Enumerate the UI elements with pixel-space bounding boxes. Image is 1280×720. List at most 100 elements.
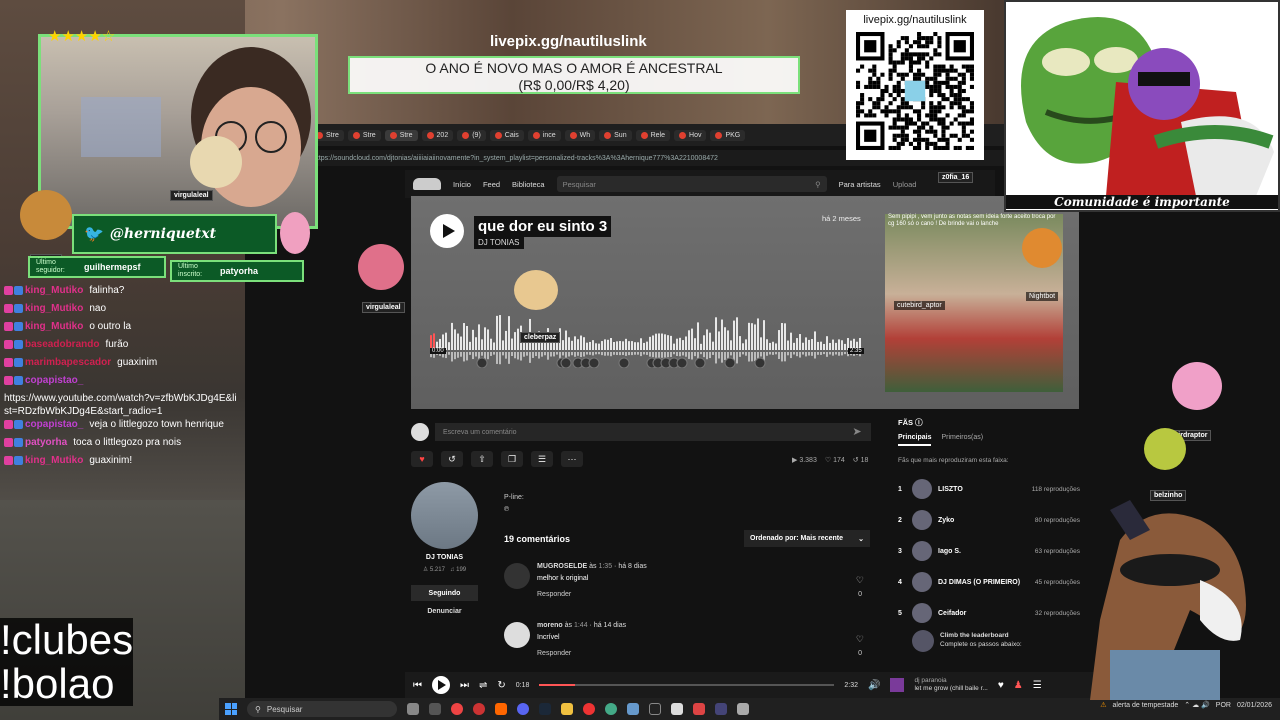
nav-for-artists[interactable]: Para artistas xyxy=(839,180,881,189)
copy-link-button[interactable]: ❐ xyxy=(501,451,523,467)
waveform-bar xyxy=(493,342,495,350)
waveform-reflection xyxy=(721,352,723,363)
soundcloud-logo-icon[interactable] xyxy=(413,178,441,190)
share-button[interactable]: ⇧ xyxy=(471,451,493,467)
browser-tab[interactable]: Cais xyxy=(489,129,524,141)
chat-username: copapistao_ xyxy=(25,419,84,430)
nav-upload[interactable]: Upload xyxy=(893,180,917,189)
comment-sort-dropdown[interactable]: Ordenado por: Mais recente ⌄ xyxy=(744,530,870,547)
notepad-icon[interactable] xyxy=(627,703,639,715)
vivaldi-icon[interactable] xyxy=(473,703,485,715)
obs-icon[interactable] xyxy=(583,703,595,715)
app-icon[interactable] xyxy=(693,703,705,715)
fan-avatar xyxy=(912,572,932,592)
browser-tab[interactable]: (9) xyxy=(457,129,486,141)
volume-icon[interactable]: 🔊 xyxy=(868,680,880,691)
search-icon[interactable]: ⚲ xyxy=(815,180,821,189)
next-icon[interactable]: ⏭ xyxy=(460,680,469,691)
like-button[interactable]: ♥ xyxy=(411,451,433,467)
tab-top-fans[interactable]: Principais xyxy=(898,434,932,446)
taskbar-search[interactable]: ⚲ Pesquisar xyxy=(247,701,397,717)
browser-tab[interactable]: Rele xyxy=(635,129,671,141)
chat-message: marimbapescador guaxinim xyxy=(0,356,245,374)
chrome-icon[interactable] xyxy=(451,703,463,715)
brave-icon[interactable] xyxy=(495,703,507,715)
heart-icon[interactable]: ♡ xyxy=(856,575,864,586)
fan-row[interactable]: 4 DJ DIMAS (O PRIMEIRO) 45 reproduções xyxy=(898,572,1080,592)
chat-text[interactable]: https://www.youtube.com/watch?v=zfbWbKJD… xyxy=(4,392,241,418)
waveform[interactable] xyxy=(430,312,862,368)
soundcloud-search-input[interactable]: Pesquisar ⚲ xyxy=(556,176,827,192)
waveform-bar xyxy=(754,324,756,350)
tab-first-fans[interactable]: Primeiros(as) xyxy=(941,434,983,446)
waveform-bar xyxy=(454,329,456,350)
folder-icon[interactable] xyxy=(561,703,573,715)
comment-item: moreno às 1:44 · há 14 dias Incrível Res… xyxy=(504,622,874,670)
shuffle-icon[interactable]: ⇌ xyxy=(479,680,487,691)
browser-tab[interactable]: Sun xyxy=(599,129,632,141)
chat-username: king_Mutiko xyxy=(25,321,84,332)
nav-library[interactable]: Biblioteca xyxy=(512,180,545,189)
browser-tab[interactable]: PKG xyxy=(710,129,746,141)
alien-icon[interactable] xyxy=(407,703,419,715)
track-artist[interactable]: DJ TONIAS xyxy=(474,236,524,249)
now-playing[interactable]: dj paranoia let me grow (chill baile r... xyxy=(914,677,987,693)
comment-input[interactable]: Escreva um comentário xyxy=(435,423,871,441)
donation-goal: O ANO É NOVO MAS O AMOR É ANCESTRAL (R$ … xyxy=(348,56,800,94)
fan-row[interactable]: 1 LISZTO 118 reproduções xyxy=(898,479,1080,499)
steam-icon[interactable] xyxy=(539,703,551,715)
more-button[interactable]: ⋯ xyxy=(561,451,583,467)
fan-row[interactable]: 2 Zyko 80 reproduções xyxy=(898,510,1080,530)
following-button[interactable]: Seguindo xyxy=(411,585,478,601)
nav-home[interactable]: Início xyxy=(453,180,471,189)
fan-rank: 1 xyxy=(898,485,902,493)
player-play-button[interactable] xyxy=(432,676,450,694)
browser-tab[interactable]: 202 xyxy=(421,129,454,141)
fan-plays: 118 reproduções xyxy=(1031,485,1080,493)
browser-tab[interactable]: Stre xyxy=(347,129,381,141)
document-icon[interactable] xyxy=(671,703,683,715)
like-icon[interactable]: ♥ xyxy=(998,680,1004,691)
reply-button[interactable]: Responder xyxy=(537,650,571,657)
play-button[interactable] xyxy=(430,214,464,248)
browser-tab[interactable]: Stre xyxy=(384,129,418,141)
task-view-icon[interactable] xyxy=(429,703,441,715)
nav-feed[interactable]: Feed xyxy=(483,180,500,189)
send-icon[interactable]: ➤ xyxy=(848,422,866,440)
repost-button[interactable]: ↺ xyxy=(441,451,463,467)
heart-icon[interactable]: ♡ xyxy=(856,634,864,645)
report-button[interactable]: Denunciar xyxy=(411,608,478,615)
player-progress[interactable] xyxy=(539,684,835,686)
browser-tab[interactable]: Hov xyxy=(674,129,707,141)
windows-start-icon[interactable] xyxy=(225,703,237,715)
commenter-avatar[interactable] xyxy=(504,622,530,648)
fan-row[interactable]: 3 Iago S. 63 reproduções xyxy=(898,541,1080,561)
clock-date[interactable]: 02/01/2026 xyxy=(1237,702,1272,709)
shield-icon[interactable] xyxy=(737,703,749,715)
repeat-icon[interactable]: ↻ xyxy=(497,680,505,691)
waveform-reflection xyxy=(598,352,600,355)
queue-icon[interactable]: ☰ xyxy=(1033,680,1042,691)
chrome-icon[interactable] xyxy=(605,703,617,715)
terminal-icon[interactable] xyxy=(649,703,661,715)
weather-alert[interactable]: alerta de tempestade xyxy=(1113,702,1179,709)
artist-avatar[interactable] xyxy=(411,482,478,549)
commenter-avatar[interactable] xyxy=(504,563,530,589)
follow-icon[interactable]: ♟ xyxy=(1014,680,1023,691)
language[interactable]: POR xyxy=(1216,702,1231,709)
browser-tab[interactable]: ince xyxy=(527,129,561,141)
app-icon[interactable] xyxy=(715,703,727,715)
previous-icon[interactable]: ⏮ xyxy=(413,680,422,691)
fans-subtitle: Fãs que mais reproduziram esta faixa: xyxy=(898,457,1009,464)
waveform-bar xyxy=(634,342,636,350)
add-to-playlist-button[interactable]: ☰ xyxy=(531,451,553,467)
bojack-horse-image xyxy=(1090,500,1246,700)
reply-button[interactable]: Responder xyxy=(537,591,571,598)
artist-name[interactable]: DJ TONIAS xyxy=(411,554,478,561)
discord-icon[interactable] xyxy=(517,703,529,715)
waveform-reflection xyxy=(700,352,702,355)
tray-icons[interactable]: ⌃ ☁ 🔊 xyxy=(1184,701,1209,709)
waveform-bar xyxy=(673,343,675,350)
fan-row[interactable]: 5 Ceifador 32 reproduções xyxy=(898,603,1080,623)
browser-tab[interactable]: Wh xyxy=(564,129,596,141)
